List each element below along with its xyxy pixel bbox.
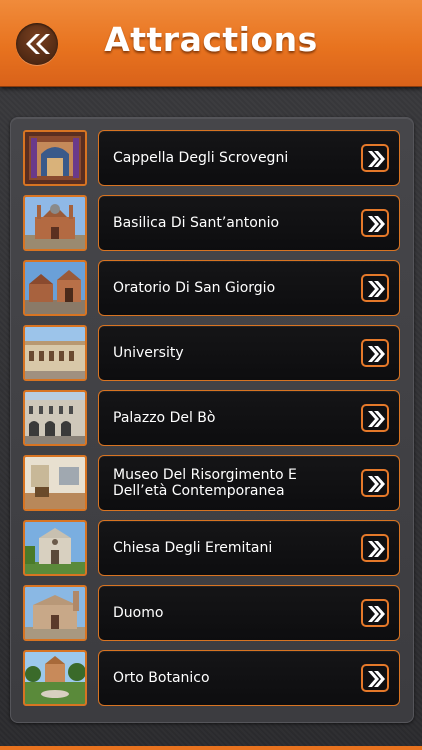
attraction-thumbnail: [23, 455, 87, 511]
double-chevron-right-icon: [368, 671, 385, 687]
attraction-label: Museo Del Risorgimento E Dell’età Contem…: [113, 467, 297, 499]
attraction-item-basilica-di-santantonio[interactable]: Basilica Di Sant’antonio: [98, 195, 400, 251]
attraction-item-oratorio-di-san-giorgio[interactable]: Oratorio Di San Giorgio: [98, 260, 400, 316]
open-detail-button[interactable]: [361, 599, 389, 627]
screen: Attractions Cappella Degli Scrovegni Bas…: [0, 0, 422, 750]
attraction-item-orto-botanico[interactable]: Orto Botanico: [98, 650, 400, 706]
double-chevron-right-icon: [368, 476, 385, 492]
page-title: Attractions: [104, 20, 318, 59]
attraction-thumbnail: [23, 520, 87, 576]
list-item: Museo Del Risorgimento E Dell’età Contem…: [11, 455, 413, 511]
open-detail-button[interactable]: [361, 339, 389, 367]
list-item: University: [11, 325, 413, 381]
attractions-list: Cappella Degli Scrovegni Basilica Di San…: [10, 117, 414, 723]
attraction-thumbnail: [23, 325, 87, 381]
open-detail-button[interactable]: [361, 144, 389, 172]
double-chevron-right-icon: [368, 346, 385, 362]
attraction-item-palazzo-del-bo[interactable]: Palazzo Del Bò: [98, 390, 400, 446]
list-item: Palazzo Del Bò: [11, 390, 413, 446]
attraction-item-university[interactable]: University: [98, 325, 400, 381]
attraction-item-duomo[interactable]: Duomo: [98, 585, 400, 641]
attraction-thumbnail: [23, 585, 87, 641]
list-item: Orto Botanico: [11, 650, 413, 706]
attraction-thumbnail: [23, 130, 87, 186]
attraction-item-museo-del-risorgimento[interactable]: Museo Del Risorgimento E Dell’età Contem…: [98, 455, 400, 511]
attraction-label: Palazzo Del Bò: [113, 410, 216, 426]
attraction-label: University: [113, 345, 184, 361]
list-item: Duomo: [11, 585, 413, 641]
open-detail-button[interactable]: [361, 664, 389, 692]
attraction-thumbnail: [23, 650, 87, 706]
open-detail-button[interactable]: [361, 274, 389, 302]
open-detail-button[interactable]: [361, 469, 389, 497]
attraction-thumbnail: [23, 390, 87, 446]
double-chevron-right-icon: [368, 281, 385, 297]
attraction-label: Oratorio Di San Giorgio: [113, 280, 276, 296]
double-chevron-right-icon: [368, 606, 385, 622]
bottom-accent-bar: [0, 746, 422, 750]
open-detail-button[interactable]: [361, 209, 389, 237]
attraction-label: Duomo: [113, 605, 164, 621]
attraction-label: Orto Botanico: [113, 670, 210, 686]
double-chevron-right-icon: [368, 541, 385, 557]
list-item: Basilica Di Sant’antonio: [11, 195, 413, 251]
header-bar: Attractions: [0, 0, 422, 87]
list-item: Cappella Degli Scrovegni: [11, 130, 413, 186]
attraction-label: Basilica Di Sant’antonio: [113, 215, 280, 231]
list-item: Chiesa Degli Eremitani: [11, 520, 413, 576]
attraction-item-cappella-degli-scrovegni[interactable]: Cappella Degli Scrovegni: [98, 130, 400, 186]
double-chevron-right-icon: [368, 411, 385, 427]
attraction-thumbnail: [23, 195, 87, 251]
attraction-item-chiesa-degli-eremitani[interactable]: Chiesa Degli Eremitani: [98, 520, 400, 576]
attraction-label: Chiesa Degli Eremitani: [113, 540, 273, 556]
list-item: Oratorio Di San Giorgio: [11, 260, 413, 316]
open-detail-button[interactable]: [361, 534, 389, 562]
attraction-thumbnail: [23, 260, 87, 316]
double-chevron-right-icon: [368, 151, 385, 167]
open-detail-button[interactable]: [361, 404, 389, 432]
attraction-label: Cappella Degli Scrovegni: [113, 150, 289, 166]
double-chevron-right-icon: [368, 216, 385, 232]
